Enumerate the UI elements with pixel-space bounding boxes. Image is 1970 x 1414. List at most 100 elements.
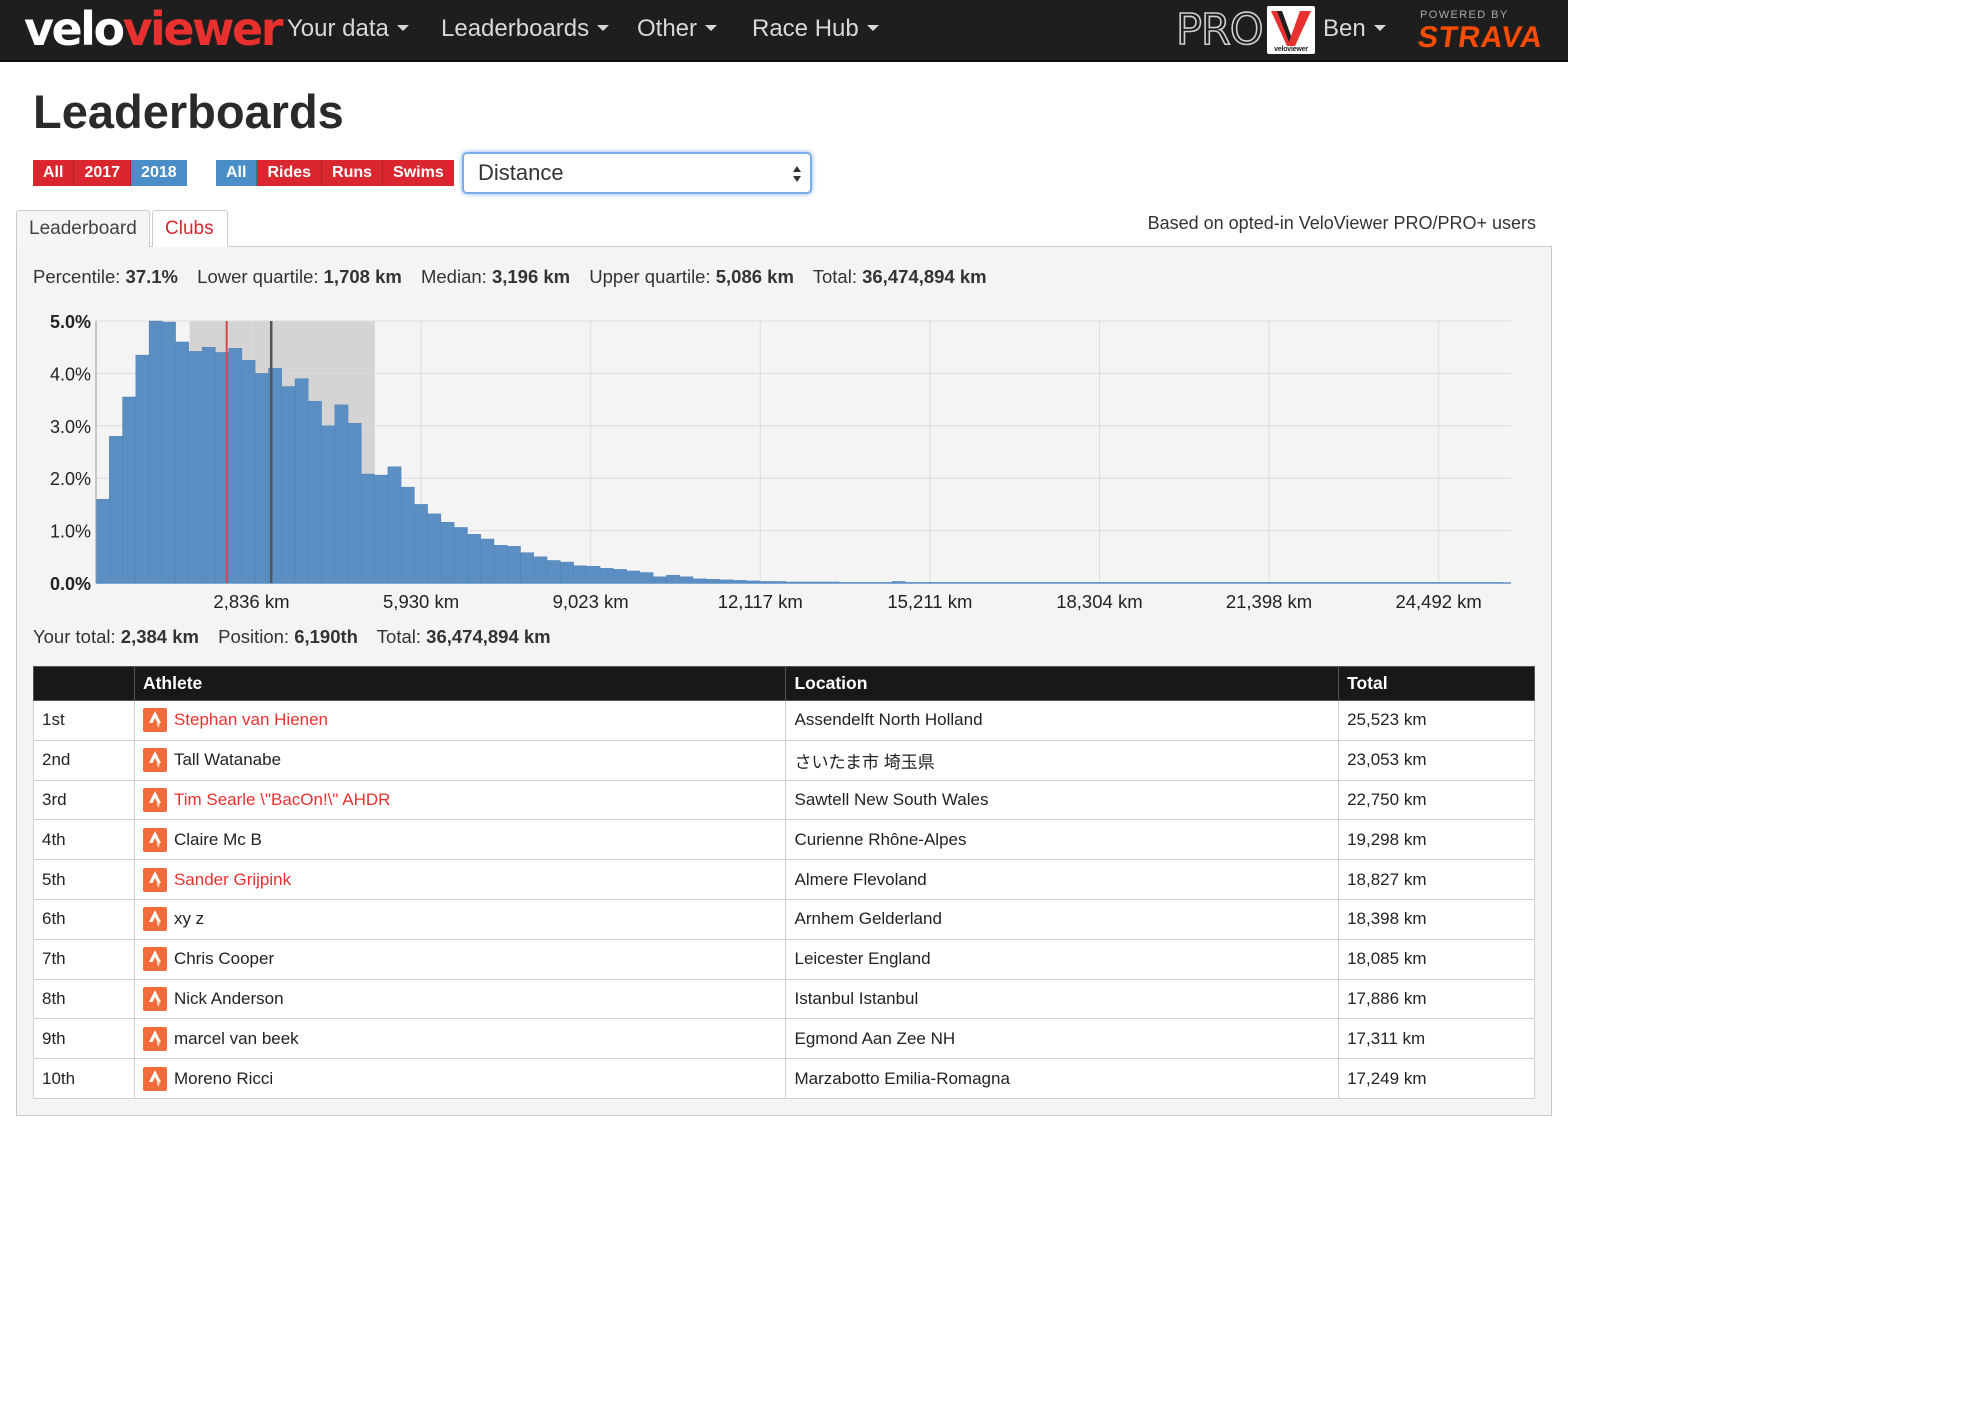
type-all-button[interactable]: All [216, 160, 258, 186]
total-column-header[interactable]: Total [1338, 666, 1535, 701]
histogram-bar [573, 565, 588, 584]
location-cell: Sawtell New South Wales [785, 779, 1340, 821]
histogram-bar [560, 561, 574, 584]
athlete-name[interactable]: Stephan van Hienen [174, 710, 328, 730]
type-rides-button[interactable]: Rides [257, 160, 323, 186]
total-cell: 19,298 km [1338, 819, 1535, 861]
table-row[interactable]: 7th Chris Cooper Leicester England 18,085 k… [33, 938, 1535, 980]
type-swims-button[interactable]: Swims [383, 160, 454, 186]
distribution-stats: Percentile: 37.1% Lower quartile: 1,708 … [33, 266, 1001, 288]
tab-leaderboard[interactable]: Leaderboard [16, 210, 150, 247]
table-row[interactable]: 8th Nick Anderson Istanbul Istanbul 17,886 … [33, 978, 1535, 1020]
upper-quartile-value: 5,086 km [715, 266, 794, 287]
athlete-cell: marcel van beek [133, 1018, 787, 1060]
nav-other-label: Other [637, 15, 698, 42]
distance-histogram-chart: 5.0% 4.0% 3.0% 2.0% 1.0% 0.0% 2,836 km 5,930 km… [50, 312, 1511, 612]
user-name: Ben [1323, 15, 1366, 42]
strava-profile-icon[interactable] [142, 867, 167, 892]
strava-logo[interactable]: STRAVA [1415, 20, 1546, 56]
nav-race-hub-label: Race Hub [752, 15, 859, 42]
athlete-cell: xy z [133, 898, 787, 940]
athlete-cell: Chris Cooper [133, 938, 787, 980]
histogram-bar [652, 576, 667, 584]
histogram-bar [400, 486, 415, 584]
table-row[interactable]: 9th marcel van beek Egmond Aan Zee NH 17,31… [33, 1018, 1535, 1060]
percentile-label: Percentile: [33, 266, 121, 287]
pro-badge: PRO [1175, 4, 1264, 56]
strava-profile-icon[interactable] [142, 708, 167, 733]
histogram-bar [188, 351, 203, 584]
histogram-bar [308, 400, 322, 584]
type-runs-button[interactable]: Runs [322, 160, 384, 186]
strava-profile-icon[interactable] [142, 787, 167, 812]
total-cell: 17,886 km [1338, 978, 1535, 1020]
lower-quartile-value: 1,708 km [323, 266, 402, 287]
location-column-header[interactable]: Location [785, 666, 1340, 701]
nav-race-hub[interactable]: Race Hub [752, 0, 879, 60]
table-row[interactable]: 2nd Tall Watanabe さいたま市 埼玉県 23,053 km [33, 739, 1535, 781]
metric-select[interactable]: Distance [462, 152, 812, 194]
histogram-bar [347, 422, 362, 584]
upper-quartile-label: Upper quartile: [589, 266, 711, 287]
brand-velo-text: velo [24, 2, 125, 56]
histogram-bar [334, 404, 349, 584]
strava-profile-icon[interactable] [142, 986, 167, 1011]
nav-other[interactable]: Other [637, 0, 718, 60]
histogram-bar [507, 546, 521, 584]
y-tick-label: 4.0% [50, 364, 91, 384]
table-row[interactable]: 5th Sander Grijpink Almere Flevoland 18,827… [33, 859, 1535, 900]
user-menu[interactable]: Ben [1323, 0, 1386, 60]
table-row[interactable]: 4th Claire Mc B Curienne Rhône-Alpes 19,298… [33, 819, 1535, 861]
strava-profile-icon[interactable] [142, 748, 167, 773]
nav-your-data-label: Your data [287, 15, 389, 42]
y-tick-label: 1.0% [50, 522, 91, 542]
location-cell: Egmond Aan Zee NH [785, 1018, 1340, 1060]
histogram-bar [639, 572, 654, 584]
strava-profile-icon[interactable] [142, 1026, 167, 1051]
table-row[interactable]: 3rd Tim Searle \"BacOn!\" AHDR Sawtell New… [33, 779, 1535, 821]
histogram-bar [480, 538, 495, 584]
histogram-bar [599, 568, 614, 584]
chevron-down-icon [1373, 24, 1386, 31]
athlete-name[interactable]: Tim Searle \"BacOn!\" AHDR [174, 790, 390, 810]
activity-type-filter-group: All Rides Runs Swims [216, 160, 454, 186]
veloviewer-v-logo-icon[interactable]: veloviewer [1267, 6, 1315, 54]
tab-clubs[interactable]: Clubs [152, 210, 228, 247]
rank-cell: 8th [33, 978, 135, 1020]
table-header-row: Athlete Location Total [33, 666, 1535, 701]
athlete-cell: Sander Grijpink [133, 859, 787, 900]
nav-leaderboards[interactable]: Leaderboards [441, 0, 610, 60]
histogram-bar [361, 473, 375, 584]
histogram-bar [148, 320, 163, 584]
x-tick-label: 24,492 km [1395, 591, 1481, 612]
year-all-button[interactable]: All [33, 160, 75, 186]
table-row[interactable]: 10th Moreno Ricci Marzabotto Emilia-Romagn… [33, 1058, 1535, 1099]
nav-your-data[interactable]: Your data [287, 0, 409, 60]
athlete-column-header[interactable]: Athlete [133, 666, 787, 701]
chevron-down-icon [396, 24, 409, 31]
location-cell: Marzabotto Emilia-Romagna [785, 1058, 1340, 1099]
percentile-value: 37.1% [125, 266, 179, 287]
veloviewer-logo[interactable]: veloviewer [24, 2, 283, 56]
rank-cell: 3rd [33, 779, 135, 821]
rank-cell: 6th [33, 898, 135, 940]
histogram-bar [586, 566, 601, 584]
strava-profile-icon[interactable] [142, 827, 167, 852]
y-tick-label: 3.0% [50, 417, 91, 437]
position-label: Position: [218, 626, 290, 647]
year-2018-button[interactable]: 2018 [131, 160, 187, 186]
athlete-name: Tall Watanabe [173, 750, 282, 770]
rank-column-header[interactable] [33, 666, 135, 701]
histogram-bar [122, 396, 136, 584]
athlete-name[interactable]: Sander Grijpink [174, 870, 291, 890]
year-2017-button[interactable]: 2017 [74, 160, 132, 186]
strava-profile-icon[interactable] [142, 907, 167, 932]
strava-profile-icon[interactable] [142, 947, 167, 972]
histogram-bar [427, 513, 442, 584]
table-row[interactable]: 6th xy z Arnhem Gelderland 18,398 km [33, 898, 1535, 940]
strava-profile-icon[interactable] [142, 1066, 167, 1091]
table-row[interactable]: 1st Stephan van Hienen Assendelft North Ho… [33, 700, 1535, 741]
athlete-cell: Nick Anderson [133, 978, 787, 1020]
total-cell: 17,311 km [1338, 1018, 1535, 1060]
x-tick-label: 21,398 km [1226, 591, 1312, 612]
